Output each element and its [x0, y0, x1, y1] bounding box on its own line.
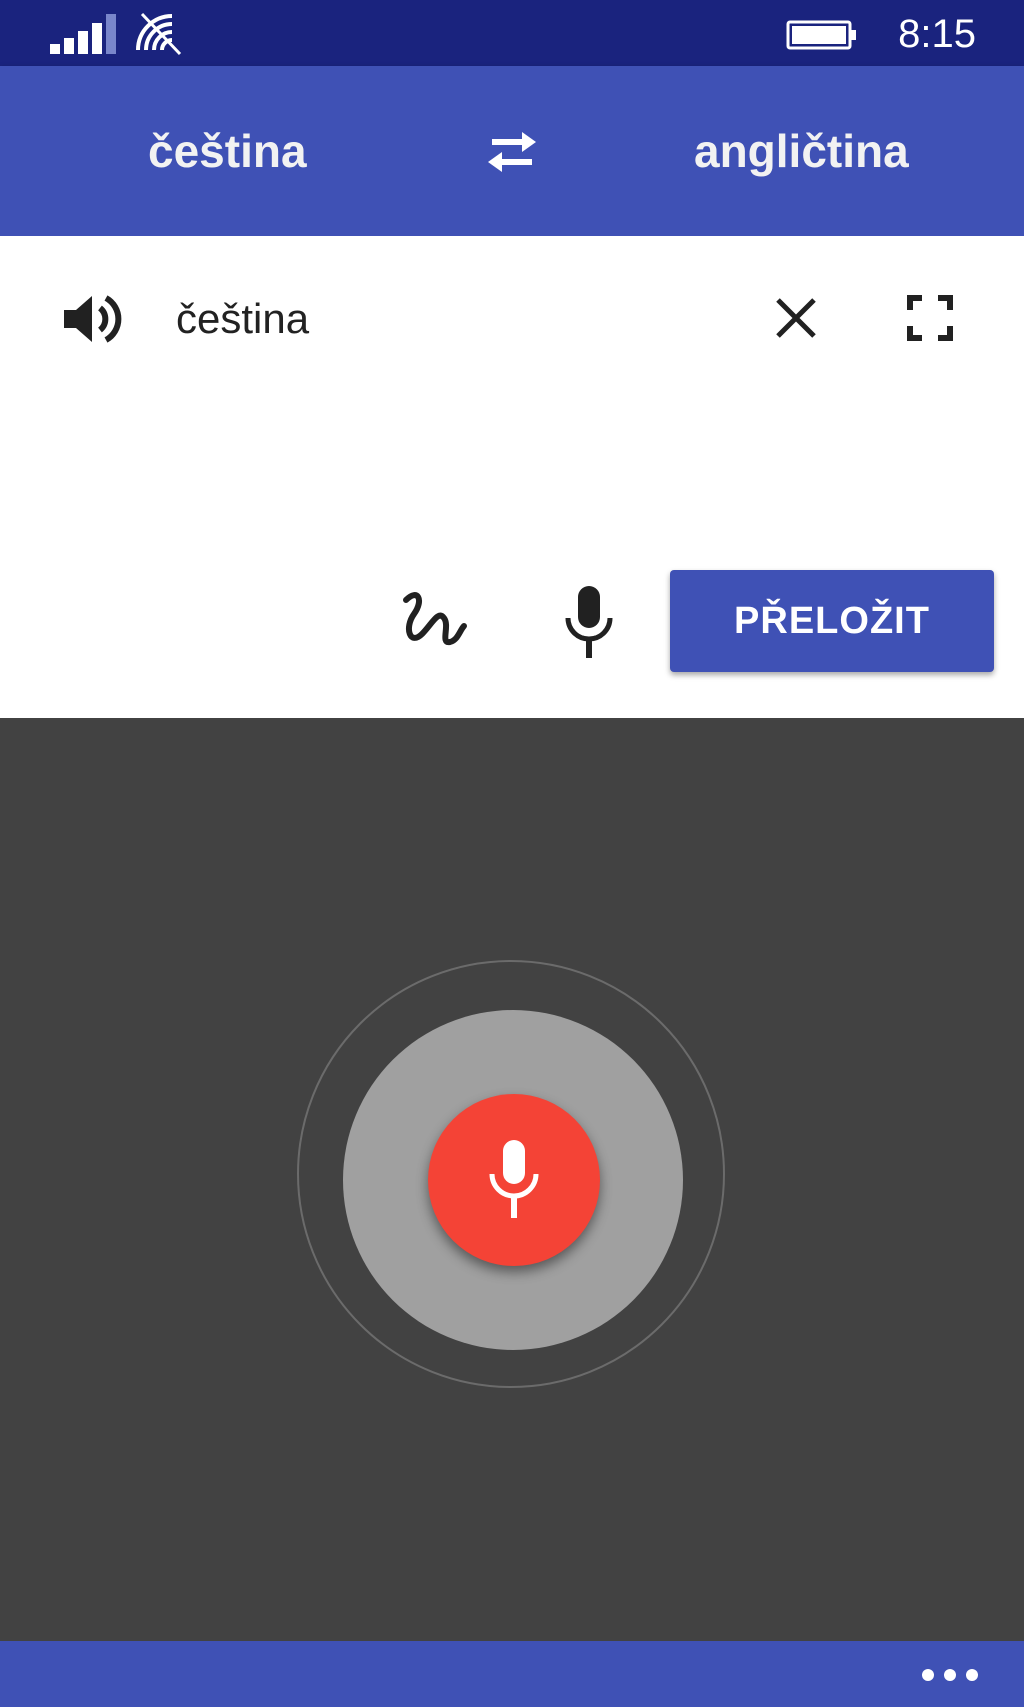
listening-mic-button[interactable]: [428, 1094, 600, 1266]
swap-icon: [488, 132, 536, 172]
target-language-selector[interactable]: angličtina: [694, 123, 909, 179]
microphone-icon: [489, 1140, 539, 1218]
voice-input-button[interactable]: [560, 584, 618, 660]
status-time: 8:15: [898, 12, 976, 56]
language-bar: čeština angličtina: [0, 66, 1024, 236]
speaker-icon: [64, 295, 122, 343]
status-bar: 8:15: [0, 0, 1024, 66]
battery-icon: [786, 20, 856, 50]
more-options-button[interactable]: [920, 1665, 980, 1685]
clear-text-button[interactable]: [772, 294, 820, 342]
translate-button[interactable]: PŘELOŽIT: [670, 570, 994, 672]
swap-languages-button[interactable]: [480, 124, 544, 180]
handwriting-icon: [403, 592, 467, 646]
listen-button[interactable]: [60, 286, 126, 352]
fullscreen-icon: [907, 295, 953, 341]
close-icon: [776, 298, 816, 338]
fullscreen-button[interactable]: [906, 294, 954, 342]
more-icon: [922, 1669, 978, 1681]
wifi-icon: [136, 12, 182, 56]
input-panel: čeština PŘELOŽIT: [0, 236, 1024, 718]
signal-icon: [50, 14, 116, 54]
source-text-input[interactable]: čeština: [176, 292, 309, 346]
microphone-icon: [565, 586, 613, 658]
source-language-selector[interactable]: čeština: [148, 123, 307, 179]
handwriting-button[interactable]: [398, 584, 470, 656]
voice-listening-area: [0, 718, 1024, 1641]
bottom-app-bar: [0, 1641, 1024, 1707]
